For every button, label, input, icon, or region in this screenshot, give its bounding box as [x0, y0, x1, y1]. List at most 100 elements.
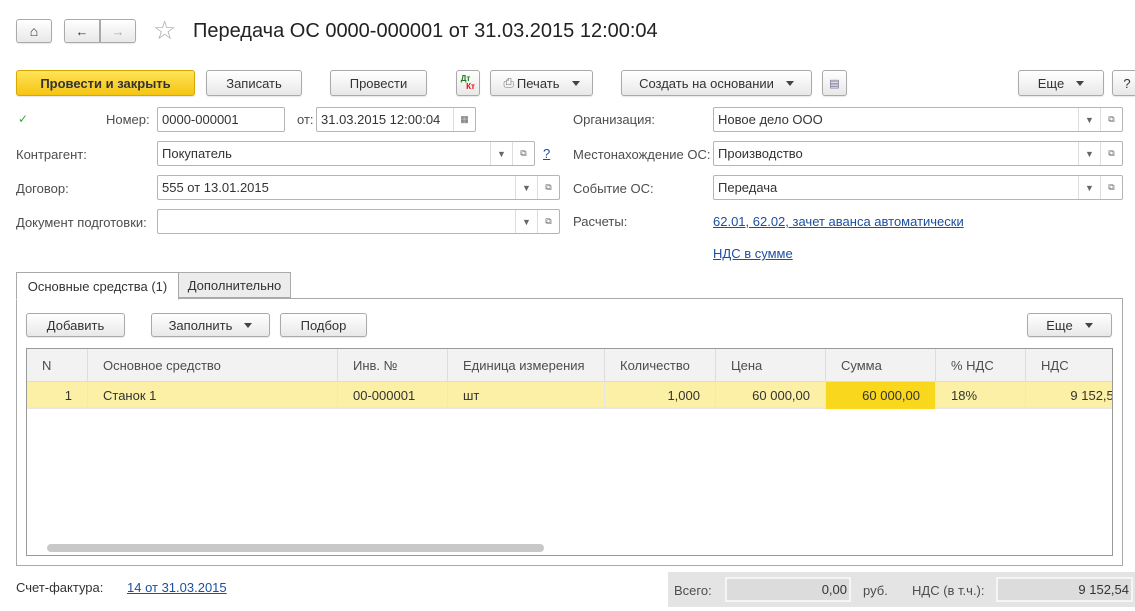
more-label: Еще — [1037, 75, 1065, 91]
event-field[interactable]: Передача ▼ ⧉ — [713, 175, 1123, 200]
open-icon[interactable]: ⧉ — [1100, 108, 1122, 131]
date-field[interactable]: 31.03.2015 12:00:04 ▦ — [316, 107, 476, 132]
home-icon: ⌂ — [29, 23, 39, 39]
contract-label: Договор: — [16, 181, 69, 196]
total-label: Всего: — [674, 583, 712, 598]
report-button[interactable]: ▤ — [822, 70, 847, 96]
invoice-label: Счет-фактура: — [16, 580, 104, 595]
open-icon[interactable]: ⧉ — [1100, 142, 1122, 165]
open-icon[interactable]: ⧉ — [512, 142, 534, 165]
vat-in-sum-link[interactable]: НДС в сумме — [713, 246, 793, 261]
save-button[interactable]: Записать — [206, 70, 302, 96]
arrow-right-icon: → — [111, 23, 125, 39]
col-price[interactable]: Цена — [716, 349, 826, 381]
create-based-label: Создать на основании — [639, 75, 774, 91]
number-field[interactable]: 0000-000001 — [157, 107, 285, 132]
prep-doc-label: Документ подготовки: — [16, 215, 147, 230]
chevron-down-icon — [244, 322, 253, 328]
contract-value: 555 от 13.01.2015 — [162, 180, 269, 195]
currency-label: руб. — [863, 583, 888, 598]
dt-kt-button[interactable]: Дт Кт — [456, 70, 480, 96]
dropdown-icon[interactable]: ▼ — [1078, 142, 1100, 165]
forward-button[interactable]: → — [100, 19, 136, 43]
horizontal-scrollbar[interactable] — [47, 544, 544, 552]
assets-table: N Основное средство Инв. № Единица измер… — [26, 348, 1113, 556]
dropdown-icon[interactable]: ▼ — [515, 210, 537, 233]
post-button[interactable]: Провести — [330, 70, 427, 96]
col-vat[interactable]: НДС — [1026, 349, 1112, 381]
event-label: Событие ОС: — [573, 181, 654, 196]
date-value: 31.03.2015 12:00:04 — [321, 112, 441, 127]
counterparty-field[interactable]: Покупатель ▼ ⧉ — [157, 141, 535, 166]
dropdown-icon[interactable]: ▼ — [515, 176, 537, 199]
more-button[interactable]: Еще — [1018, 70, 1104, 96]
table-more-button[interactable]: Еще — [1027, 313, 1112, 337]
star-icon[interactable]: ☆ — [153, 15, 176, 46]
printer-icon: ⎙ — [503, 75, 514, 90]
chevron-down-icon — [1084, 322, 1093, 328]
print-button[interactable]: ⎙ Печать — [490, 70, 593, 96]
counterparty-help-link[interactable]: ? — [543, 146, 550, 161]
tab-additional[interactable]: Дополнительно — [178, 272, 291, 298]
open-icon[interactable]: ⧉ — [537, 176, 559, 199]
help-button[interactable]: ? — [1112, 70, 1135, 96]
event-value: Передача — [718, 180, 778, 195]
table-row[interactable]: 1 Станок 1 00-000001 шт 1,000 60 000,00 … — [27, 382, 1112, 409]
print-label: Печать — [516, 75, 560, 91]
cell-inv: 00-000001 — [338, 382, 448, 409]
back-button[interactable]: ← — [64, 19, 100, 43]
org-value: Новое дело ООО — [718, 112, 823, 127]
cell-n: 1 — [27, 382, 88, 409]
col-inv[interactable]: Инв. № — [338, 349, 448, 381]
location-value: Производство — [718, 146, 803, 161]
add-button[interactable]: Добавить — [26, 313, 125, 337]
post-and-close-button[interactable]: Провести и закрыть — [16, 70, 195, 96]
col-sum[interactable]: Сумма — [826, 349, 936, 381]
cell-unit[interactable]: шт — [448, 382, 605, 409]
col-unit[interactable]: Единица измерения — [448, 349, 605, 381]
cell-qty[interactable]: 1,000 — [605, 382, 716, 409]
counterparty-label: Контрагент: — [16, 147, 87, 162]
chevron-down-icon — [785, 80, 794, 86]
col-qty[interactable]: Количество — [605, 349, 716, 381]
org-field[interactable]: Новое дело ООО ▼ ⧉ — [713, 107, 1123, 132]
settlements-link[interactable]: 62.01, 62.02, зачет аванса автоматически — [713, 214, 964, 229]
calendar-icon[interactable]: ▦ — [453, 108, 475, 131]
dropdown-icon[interactable]: ▼ — [1078, 108, 1100, 131]
arrow-left-icon: ← — [75, 23, 89, 39]
home-button[interactable]: ⌂ — [16, 19, 52, 43]
tab-fixed-assets[interactable]: Основные средства (1) — [16, 272, 179, 300]
fill-label: Заполнить — [168, 317, 233, 333]
col-n[interactable]: N — [27, 349, 88, 381]
open-icon[interactable]: ⧉ — [537, 210, 559, 233]
kt-label: Кт — [466, 82, 475, 91]
col-vat-rate[interactable]: % НДС — [936, 349, 1026, 381]
cell-asset[interactable]: Станок 1 — [88, 382, 338, 409]
cell-vat-rate[interactable]: 18% — [936, 382, 1026, 409]
pick-button[interactable]: Подбор — [280, 313, 367, 337]
total-field: 0,00 — [725, 577, 851, 602]
org-label: Организация: — [573, 112, 656, 127]
chevron-down-icon — [571, 80, 580, 86]
posted-status-icon: ✓ — [18, 112, 29, 126]
page-title: Передача ОС 0000-000001 от 31.03.2015 12… — [193, 20, 658, 42]
invoice-link[interactable]: 14 от 31.03.2015 — [127, 580, 227, 595]
prep-doc-field[interactable]: ▼ ⧉ — [157, 209, 560, 234]
chevron-down-icon — [1076, 80, 1085, 86]
dropdown-icon[interactable]: ▼ — [1078, 176, 1100, 199]
document-list-icon: ▤ — [829, 77, 840, 90]
col-asset[interactable]: Основное средство — [88, 349, 338, 381]
cell-sum[interactable]: 60 000,00 — [826, 382, 936, 409]
location-field[interactable]: Производство ▼ ⧉ — [713, 141, 1123, 166]
vat-total-field: 9 152,54 — [996, 577, 1133, 602]
location-label: Местонахождение ОС: — [573, 147, 711, 162]
open-icon[interactable]: ⧉ — [1100, 176, 1122, 199]
dropdown-icon[interactable]: ▼ — [490, 142, 512, 165]
counterparty-value: Покупатель — [162, 146, 232, 161]
contract-field[interactable]: 555 от 13.01.2015 ▼ ⧉ — [157, 175, 560, 200]
cell-price[interactable]: 60 000,00 — [716, 382, 826, 409]
create-based-on-button[interactable]: Создать на основании — [621, 70, 812, 96]
cell-vat[interactable]: 9 152,54 — [1026, 382, 1112, 409]
fill-button[interactable]: Заполнить — [151, 313, 270, 337]
table-more-label: Еще — [1046, 317, 1073, 333]
